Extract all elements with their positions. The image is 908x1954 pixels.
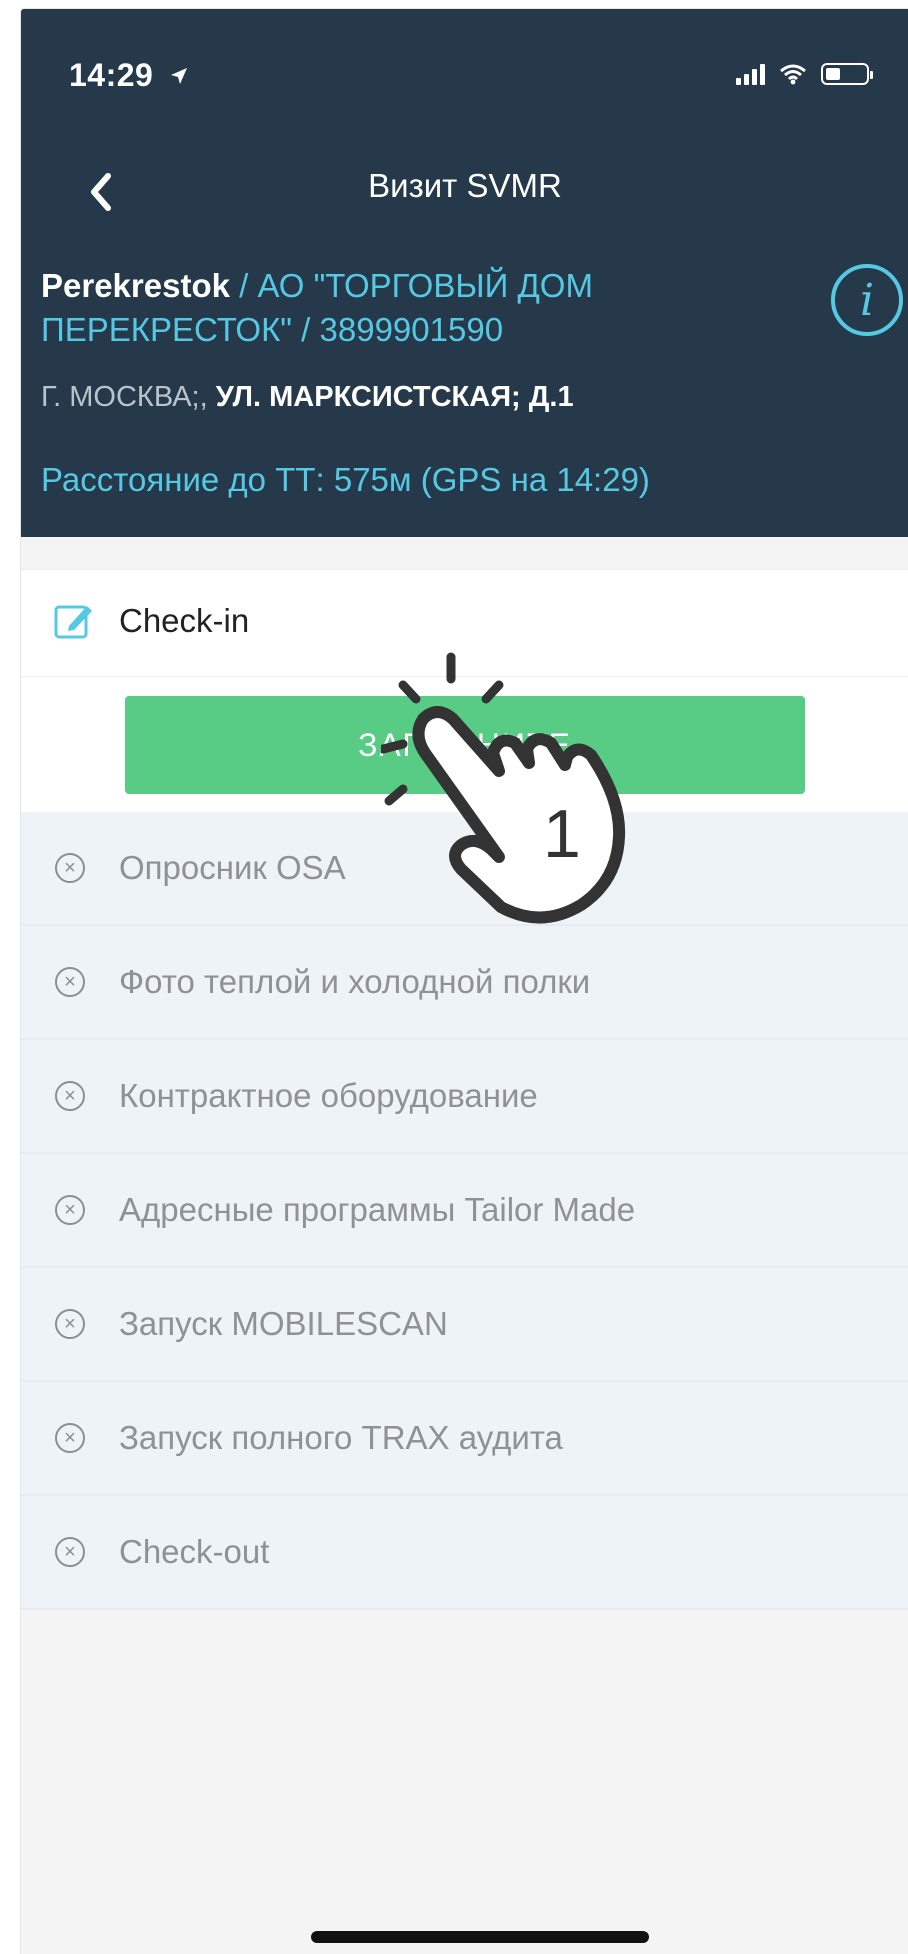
location-arrow-icon [169,57,189,94]
task-item[interactable]: × Контрактное оборудование [21,1040,908,1154]
circle-x-icon: × [55,967,85,997]
status-icons [736,59,873,89]
circle-x-icon: × [55,1537,85,1567]
wifi-icon [780,64,806,85]
visit-header: 14:29 Визит SVMR Perekrestok / АО "ТОРГО… [21,9,908,537]
task-label: Фото теплой и холодной полки [119,963,591,1000]
info-icon: i [859,274,875,326]
task-label: Check-out [119,1533,270,1570]
shop-address: Г. МОСКВА;, УЛ. МАРКСИСТСКАЯ; Д.1 [41,381,574,414]
shop-info: Perekrestok / АО "ТОРГОВЫЙ ДОМ ПЕРЕКРЕСТ… [41,264,821,352]
task-item[interactable]: × Check-out [21,1496,908,1610]
address-city: Г. МОСКВА;, [41,381,216,413]
address-street: УЛ. МАРКСИСТСКАЯ; Д.1 [215,381,574,413]
circle-x-icon: × [55,1309,85,1339]
task-item[interactable]: × Запуск MOBILESCAN [21,1268,908,1382]
circle-x-icon: × [55,1195,85,1225]
home-indicator [311,1931,649,1943]
status-time-text: 14:29 [69,57,154,93]
tap-hint-hand-icon: 1 [381,652,626,924]
task-item[interactable]: × Фото теплой и холодной полки [21,926,908,1040]
status-bar: 14:29 [21,9,908,149]
task-item[interactable]: × Адресные программы Tailor Made [21,1154,908,1268]
tap-hint-number: 1 [543,796,581,872]
task-item[interactable]: × Запуск полного TRAX аудита [21,1382,908,1496]
task-list: × Опросник OSA × Фото теплой и холодной пол… [21,812,908,1610]
battery-icon [821,63,873,85]
info-button[interactable]: i [831,264,903,336]
page-title: Визит SVMR [368,167,562,204]
task-label: Контрактное оборудование [119,1077,538,1114]
shop-name: Perekrestok [41,267,230,304]
phone-screen: 14:29 Визит SVMR Perekrestok / АО "ТОРГО… [20,8,908,1954]
circle-x-icon: × [55,853,85,883]
task-label: Опросник OSA [119,849,346,886]
status-time: 14:29 [69,57,189,94]
checkin-label: Check-in [119,602,250,639]
distance-info: Расстояние до ТТ: 575м (GPS на 14:29) [41,461,650,498]
circle-x-icon: × [55,1081,85,1111]
task-label: Адресные программы Tailor Made [119,1191,636,1228]
task-label: Запуск MOBILESCAN [119,1305,448,1342]
task-label: Запуск полного TRAX аудита [119,1419,563,1456]
signal-icon [736,63,765,85]
circle-x-icon: × [55,1423,85,1453]
edit-icon [54,605,92,639]
